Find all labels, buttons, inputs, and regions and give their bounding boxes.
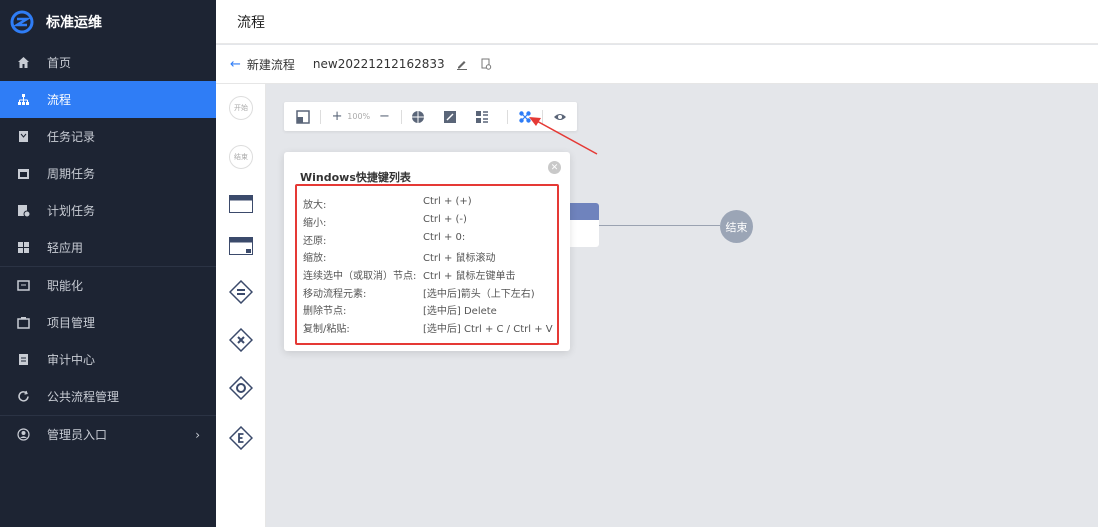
toolbar-divider [320,109,321,124]
palette-start-label: 开始 [229,96,253,120]
toolbar-divider [507,109,509,124]
task-node-header [565,203,599,220]
sidebar-item-label: 流程 [47,93,72,107]
conditional-gateway-icon [229,426,253,450]
popup-title: Windows快捷键列表 [300,171,411,184]
converge-gateway-icon [229,376,253,400]
parallel-gateway-icon [229,280,253,304]
palette-parallel-gateway[interactable] [229,280,253,304]
exclusive-gateway-icon [229,328,253,352]
sidebar-item-label: 项目管理 [47,316,96,330]
sidebar-item-label: 职能化 [47,279,84,293]
shortcut-keys: Ctrl + (+) [423,196,472,207]
function-icon [16,279,30,293]
palette-subprocess-node[interactable] [229,234,253,258]
shortcut-action: 删除节点: [303,306,347,317]
sidebar-item-project-management[interactable]: 项目管理 [0,304,216,341]
sidebar-item-audit-center[interactable]: 审计中心 [0,341,216,378]
sidebar-item-label: 任务记录 [47,130,96,144]
toolbar-divider [400,109,402,124]
flow-subheader: ← 新建流程 new20221212162833 [216,45,1098,84]
subprocess-node-icon [229,237,253,255]
chevron-right-icon: › [195,427,200,442]
sidebar: 标准运维 首页 流程 任务记录 周期任务 计划任务 轻应用 职能化 项目管理 审… [0,0,216,527]
sidebar-item-label: 首页 [47,56,72,70]
sidebar-item-label: 轻应用 [47,241,84,255]
shortcut-keys: [选中后] Ctrl + C / Ctrl + V [423,324,553,335]
flow-icon [16,93,30,107]
page-title: 流程 [237,14,265,31]
home-icon [16,56,30,70]
shortcut-action: 缩放: [303,253,327,264]
palette-task-node[interactable] [229,192,253,216]
shortcut-list-popup: Windows快捷键列表 ✕ 放大: Ctrl + (+) 缩小: Ctrl +… [284,152,570,351]
palette-end-node[interactable]: 结束 [229,145,253,169]
edit-icon[interactable] [455,57,469,71]
palette-converge-gateway[interactable] [229,376,253,400]
sidebar-item-label: 公共流程管理 [47,390,120,404]
sidebar-item-public-flow[interactable]: 公共流程管理 [0,378,216,415]
calendar-icon [16,167,30,181]
list-view-icon[interactable] [475,109,489,125]
sidebar-item-label: 周期任务 [47,167,96,181]
project-icon [16,316,30,330]
shortcut-action: 放大: [303,200,327,211]
shortcut-action: 连续选中（或取消）节点: [303,271,417,282]
sidebar-item-label: 管理员入口 [47,428,108,442]
task-node-icon [229,195,253,213]
brand[interactable]: 标准运维 [0,0,216,44]
shortcut-action: 还原: [303,236,327,247]
close-icon[interactable]: ✕ [548,161,561,174]
palette-conditional-gateway[interactable] [229,426,253,450]
task-record-icon [16,130,30,144]
sidebar-item-periodic-task[interactable]: 周期任务 [0,155,216,192]
sidebar-item-home[interactable]: 首页 [0,44,216,81]
back-link[interactable]: 新建流程 [247,56,295,73]
apps-icon [16,241,30,255]
shortcut-keys: [选中后] Delete [423,306,497,317]
target-icon[interactable] [411,109,425,125]
shortcut-keys: [选中后]箭头（上下左右) [423,289,535,300]
shortcut-keys: Ctrl + (-) [423,214,467,225]
sidebar-nav: 首页 流程 任务记录 周期任务 计划任务 轻应用 职能化 项目管理 审计中心 公… [0,44,216,453]
palette-start-node[interactable]: 开始 [229,96,253,120]
palette-exclusive-gateway[interactable] [229,328,253,352]
sidebar-item-functionalization[interactable]: 职能化 [0,267,216,304]
audit-icon [16,353,30,367]
flow-name: new20221212162833 [312,57,445,71]
refresh-icon [16,390,30,404]
zoom-level: 100% [347,112,371,121]
sidebar-item-light-app[interactable]: 轻应用 [0,229,216,266]
zoom-out-button[interactable]: − [378,109,391,125]
fit-view-icon[interactable] [443,109,457,125]
shortcut-keys: Ctrl + 0: [423,232,466,243]
sidebar-item-admin[interactable]: 管理员入口 › [0,416,216,453]
flow-edge[interactable] [599,225,720,226]
sidebar-item-task-record[interactable]: 任务记录 [0,118,216,155]
sidebar-item-label: 审计中心 [47,353,96,367]
palette-end-label: 结束 [229,145,253,169]
node-palette: 开始 结束 [216,84,266,527]
back-arrow-icon[interactable]: ← [230,57,241,72]
task-node[interactable] [565,203,599,247]
plan-task-icon [16,204,30,218]
end-node[interactable]: 结束 [720,210,753,243]
sidebar-item-label: 计划任务 [47,204,96,218]
zoom-in-button[interactable]: + [331,109,344,125]
shortcut-action: 复制/粘贴: [303,324,350,335]
brand-title: 标准运维 [46,15,102,31]
layout-icon[interactable] [296,109,310,125]
shortcut-action: 缩小: [303,218,327,229]
sidebar-item-flow[interactable]: 流程 [0,81,216,118]
shortcut-keys: Ctrl + 鼠标滚动 [423,253,496,264]
logo-icon [10,10,34,34]
sidebar-item-plan-task[interactable]: 计划任务 [0,192,216,229]
page-header: 流程 [216,0,1098,44]
shortcut-action: 移动流程元素: [303,289,367,300]
settings-doc-icon[interactable] [479,57,493,71]
user-icon [16,428,30,442]
shortcut-keys: Ctrl + 鼠标左键单击 [423,271,516,282]
